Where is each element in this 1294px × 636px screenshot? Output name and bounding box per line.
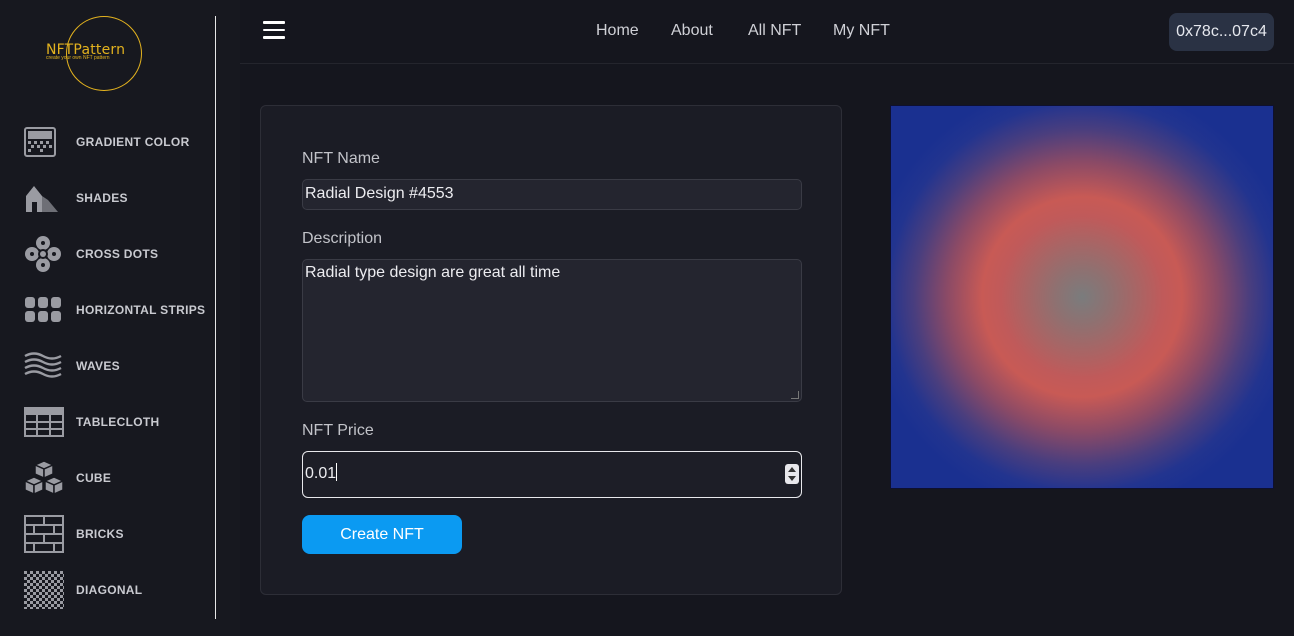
app-root: NFTPattern create your own NFT pattern G… bbox=[0, 0, 1294, 636]
resize-handle-icon[interactable] bbox=[791, 391, 799, 399]
sidebar-item-label: GRADIENT COLOR bbox=[76, 135, 190, 149]
cross-dots-icon bbox=[24, 236, 64, 272]
pattern-preview bbox=[890, 105, 1274, 489]
sidebar-item-label: CUBE bbox=[76, 471, 112, 485]
waves-icon bbox=[24, 348, 64, 384]
sidebar-item-label: SHADES bbox=[76, 191, 128, 205]
cube-icon bbox=[24, 460, 64, 496]
description-text: Radial type design are great all time bbox=[305, 264, 561, 281]
nft-price-value: 0.01 bbox=[305, 465, 337, 482]
wallet-address-button[interactable]: 0x78c...07c4 bbox=[1169, 13, 1274, 51]
sidebar-item-bricks[interactable]: BRICKS bbox=[24, 515, 214, 553]
nav-link-all-nft[interactable]: All NFT bbox=[748, 22, 801, 40]
logo-subtitle: create your own NFT pattern bbox=[46, 55, 110, 61]
description-textarea[interactable]: Radial type design are great all time bbox=[302, 259, 802, 402]
spinner-down-icon[interactable] bbox=[788, 476, 796, 481]
top-nav: Home About All NFT My NFT 0x78c...07c4 bbox=[240, 0, 1294, 64]
nft-price-label: NFT Price bbox=[302, 422, 374, 439]
sidebar-item-label: DIAGONAL bbox=[76, 583, 143, 597]
sidebar-item-shades[interactable]: SHADES bbox=[24, 180, 214, 216]
number-spinner[interactable] bbox=[785, 464, 799, 484]
diagonal-icon bbox=[24, 571, 64, 609]
sidebar-item-diagonal[interactable]: DIAGONAL bbox=[24, 571, 214, 609]
text-caret bbox=[336, 463, 338, 481]
sidebar-divider bbox=[215, 16, 216, 619]
sidebar-item-label: WAVES bbox=[76, 359, 120, 373]
tablecloth-icon bbox=[24, 404, 64, 440]
sidebar-item-cube[interactable]: CUBE bbox=[24, 460, 214, 496]
sidebar: NFTPattern create your own NFT pattern G… bbox=[0, 0, 240, 636]
nft-name-input[interactable]: Radial Design #4553 bbox=[302, 179, 802, 210]
hamburger-menu-icon[interactable] bbox=[263, 21, 285, 43]
sidebar-item-waves[interactable]: WAVES bbox=[24, 348, 214, 384]
gradient-icon bbox=[24, 124, 64, 160]
shades-icon bbox=[24, 180, 64, 216]
sidebar-item-label: TABLECLOTH bbox=[76, 415, 160, 429]
sidebar-item-horizontal-strips[interactable]: HORIZONTAL STRIPS bbox=[24, 292, 214, 328]
sidebar-item-label: HORIZONTAL STRIPS bbox=[76, 303, 206, 317]
sidebar-item-gradient-color[interactable]: GRADIENT COLOR bbox=[24, 124, 214, 160]
nft-name-label: NFT Name bbox=[302, 150, 380, 167]
sidebar-item-tablecloth[interactable]: TABLECLOTH bbox=[24, 404, 214, 440]
nav-link-my-nft[interactable]: My NFT bbox=[833, 22, 890, 40]
nav-link-home[interactable]: Home bbox=[596, 22, 639, 40]
nav-link-about[interactable]: About bbox=[671, 22, 713, 40]
sidebar-item-label: BRICKS bbox=[76, 527, 124, 541]
description-label: Description bbox=[302, 230, 383, 247]
create-nft-form: NFT Name Radial Design #4553 Description… bbox=[260, 105, 842, 595]
bricks-icon bbox=[24, 515, 64, 553]
spinner-up-icon[interactable] bbox=[788, 467, 796, 472]
create-nft-button[interactable]: Create NFT bbox=[302, 515, 462, 554]
sidebar-item-label: CROSS DOTS bbox=[76, 247, 159, 261]
sidebar-item-cross-dots[interactable]: CROSS DOTS bbox=[24, 236, 214, 272]
horizontal-strips-icon bbox=[24, 292, 64, 328]
nft-price-input[interactable]: 0.01 bbox=[302, 451, 802, 498]
